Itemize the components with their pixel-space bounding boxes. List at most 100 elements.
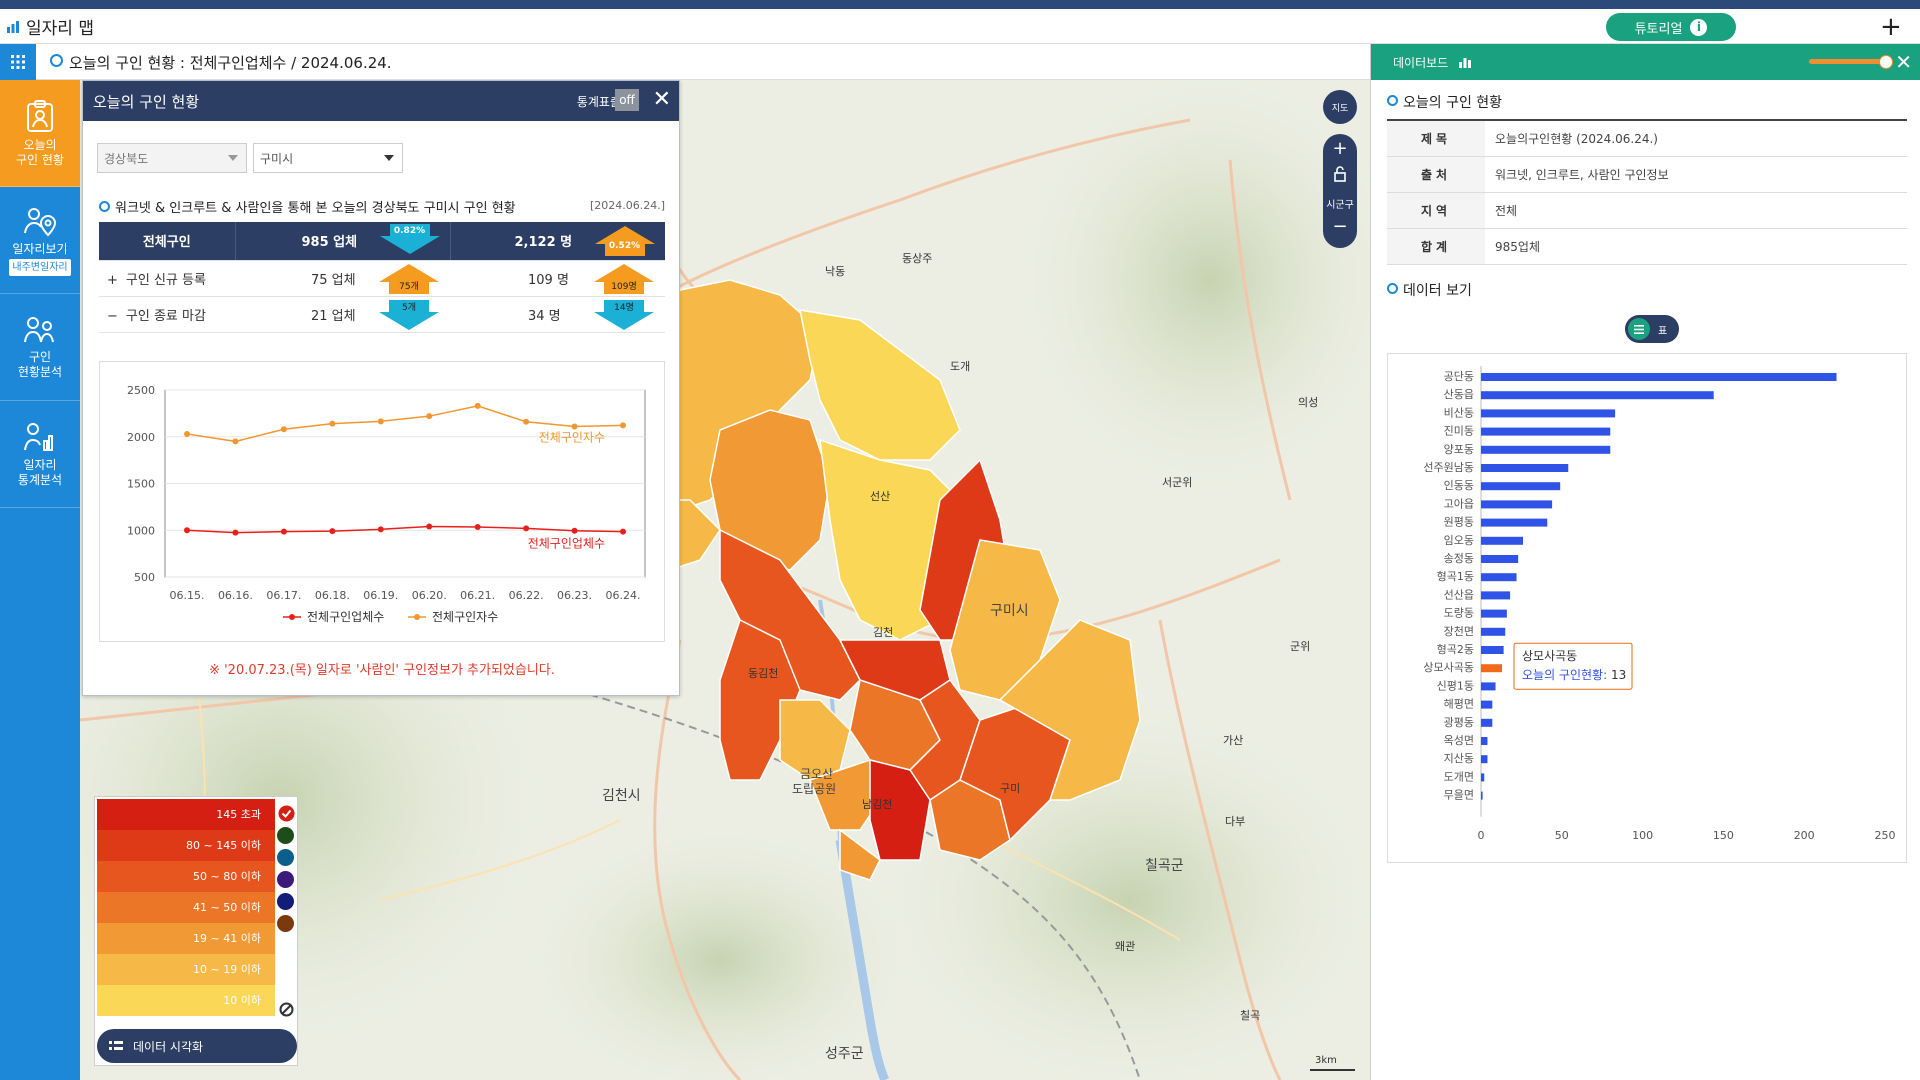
total-firms: 985 업체 — [301, 235, 358, 251]
color-scheme-green[interactable] — [277, 827, 294, 844]
sidebar-item-job-statistics[interactable]: 일자리 통계분석 — [0, 401, 80, 508]
category-label: 비산동 — [1444, 406, 1474, 419]
table-toggle[interactable]: 표 — [1625, 315, 1679, 343]
ic-label-dabu: 다부 — [1225, 815, 1245, 828]
data-point — [474, 402, 481, 409]
category-label: 선주원남동 — [1423, 461, 1474, 474]
data-point — [523, 418, 530, 425]
ic-label-seogunwi: 서군위 — [1162, 476, 1192, 489]
zoom-out-button[interactable]: − — [1323, 216, 1357, 237]
nearby-jobs-badge[interactable]: 내주변일자리 — [9, 258, 71, 276]
info-icon: i — [1690, 18, 1708, 36]
new-people: 109 명 — [528, 272, 569, 288]
closed-people: 34 명 — [528, 308, 561, 324]
map-label-gumi: 구미시 — [990, 603, 1029, 619]
legend-row[interactable]: 41 ~ 50 이하 — [97, 892, 275, 923]
legend-row[interactable]: 80 ~ 145 이하 — [97, 830, 275, 861]
x-tick-label: 250 — [1875, 829, 1896, 842]
legend-row[interactable]: 19 ~ 41 이하 — [97, 923, 275, 954]
opacity-slider[interactable] — [1809, 55, 1893, 69]
grid-menu-icon[interactable] — [0, 44, 36, 80]
bar — [1481, 664, 1503, 673]
close-icon[interactable]: ✕ — [1895, 50, 1912, 74]
tooltip-title: 상모사곡동 — [1522, 649, 1577, 663]
data-point — [377, 418, 384, 425]
color-scheme-purple[interactable] — [277, 871, 294, 888]
data-point — [280, 528, 287, 535]
data-board: 데이터보드 ✕ 오늘의 구인 현황 제목 오늘의구인현황 (2024.06.24.… — [1370, 44, 1920, 1080]
bar — [1481, 536, 1524, 545]
tutorial-button[interactable]: 튜토리얼 i — [1606, 13, 1736, 41]
y-tick-label: 500 — [134, 571, 155, 584]
category-label: 인동동 — [1444, 479, 1474, 492]
zoom-in-button[interactable]: + — [1323, 138, 1357, 159]
ic-label-waegwan: 왜관 — [1115, 940, 1135, 953]
city-select[interactable]: 구미시 — [253, 143, 403, 173]
add-icon[interactable]: + — [1880, 12, 1902, 42]
stat-toggle[interactable]: off — [615, 89, 639, 111]
sidebar-label: 구인 현황 — [16, 152, 64, 167]
x-tick-label: 200 — [1794, 829, 1815, 842]
minus-icon: − — [107, 308, 118, 324]
ic-label-sangju: 동상주 — [902, 252, 932, 265]
legend-row[interactable]: 145 초과 — [97, 799, 275, 830]
data-point — [329, 420, 336, 427]
data-point — [184, 527, 190, 534]
sidebar-label: 일자리 — [23, 457, 57, 472]
app-title[interactable]: 일자리 맵 — [6, 14, 94, 39]
bar — [1481, 591, 1511, 600]
bar — [1481, 500, 1553, 509]
close-icon[interactable]: ✕ — [653, 87, 671, 112]
province-select[interactable]: 경상북도 — [97, 143, 247, 173]
bar — [1481, 373, 1837, 381]
plus-icon: + — [107, 272, 118, 288]
x-tick-label: 06.16. — [218, 589, 253, 602]
person-chart-icon — [24, 422, 53, 451]
zoom-level-label: 시군구 — [1326, 200, 1354, 211]
bar — [1481, 555, 1519, 563]
sidebar-item-job-view[interactable]: 일자리보기 내주변일자리 — [0, 187, 80, 294]
map-label-chilgok: 칠곡군 — [1145, 858, 1184, 874]
category-label: 송정동 — [1444, 552, 1474, 565]
summary-title: 워크넷 & 인크루트 & 사람인을 통해 본 오늘의 경상북도 구미시 구인 현… — [99, 197, 516, 216]
lock-icon[interactable] — [1323, 166, 1357, 186]
closed-firms: 21 업체 — [311, 308, 356, 324]
data-point — [184, 430, 190, 437]
series-label: 전체구인업체수 — [528, 537, 605, 551]
sidebar-item-today-jobs[interactable]: 오늘의 구인 현황 — [0, 80, 80, 187]
zoom-controls: + 시군구 − — [1323, 134, 1357, 248]
color-scheme-brown[interactable] — [277, 915, 294, 932]
notice-text: ※ '20.07.23.(목) 일자로 '사람인' 구인정보가 추가되었습니다. — [209, 663, 555, 678]
color-scheme-teal[interactable] — [277, 849, 294, 866]
list-icon — [109, 1041, 123, 1050]
ic-label-namgimcheon: 남김천 — [862, 797, 892, 811]
city-select-value: 구미시 — [260, 151, 294, 166]
province-select-value: 경상북도 — [104, 151, 149, 166]
section-title-data-view: 데이터 보기 — [1387, 280, 1472, 300]
legend-row[interactable]: 10 ~ 19 이하 — [97, 954, 275, 985]
data-visualization-button[interactable]: 데이터 시각화 — [97, 1029, 297, 1063]
new-people-badge: 109명 — [611, 281, 637, 292]
category-label: 장천면 — [1444, 624, 1474, 638]
x-tick-label: 06.20. — [412, 589, 447, 602]
trend-chart-svg: 500 1000 1500 2000 2500 06.15. 06.16. 06.17. 06.… — [127, 384, 646, 624]
legend-row[interactable]: 10 이하 — [97, 985, 275, 1016]
map-type-button[interactable]: 지도 — [1323, 90, 1357, 124]
bar — [1481, 700, 1493, 709]
region-bar-chart-svg: 0 50 100 150 200 250 공단동산동읍비산동진미동양포동선주원남동인동동고아… — [1423, 366, 1896, 842]
legend-entry: 전체구인업체수 — [307, 610, 384, 624]
check-icon[interactable] — [278, 805, 295, 822]
category-label: 진미동 — [1444, 425, 1474, 438]
sidebar-item-hiring-analysis[interactable]: 구인 현황분석 — [0, 294, 80, 401]
sidebar: 오늘의 구인 현황 일자리보기 내주변일자리 구인 현황분석 일자리 통계분석 — [0, 80, 80, 1080]
color-scheme-navy[interactable] — [277, 893, 294, 910]
sidebar-label: 통계분석 — [17, 472, 63, 487]
disable-icon[interactable] — [279, 1002, 294, 1017]
tutorial-label: 튜토리얼 — [1634, 21, 1683, 37]
series-line — [186, 525, 624, 534]
category-label: 지산동 — [1444, 752, 1474, 765]
legend-row[interactable]: 50 ~ 80 이하 — [97, 861, 275, 892]
ic-label-uiseong: 의성 — [1298, 396, 1318, 409]
bar — [1481, 791, 1483, 800]
closed-people-cell: 34 명 14명 — [450, 296, 665, 333]
